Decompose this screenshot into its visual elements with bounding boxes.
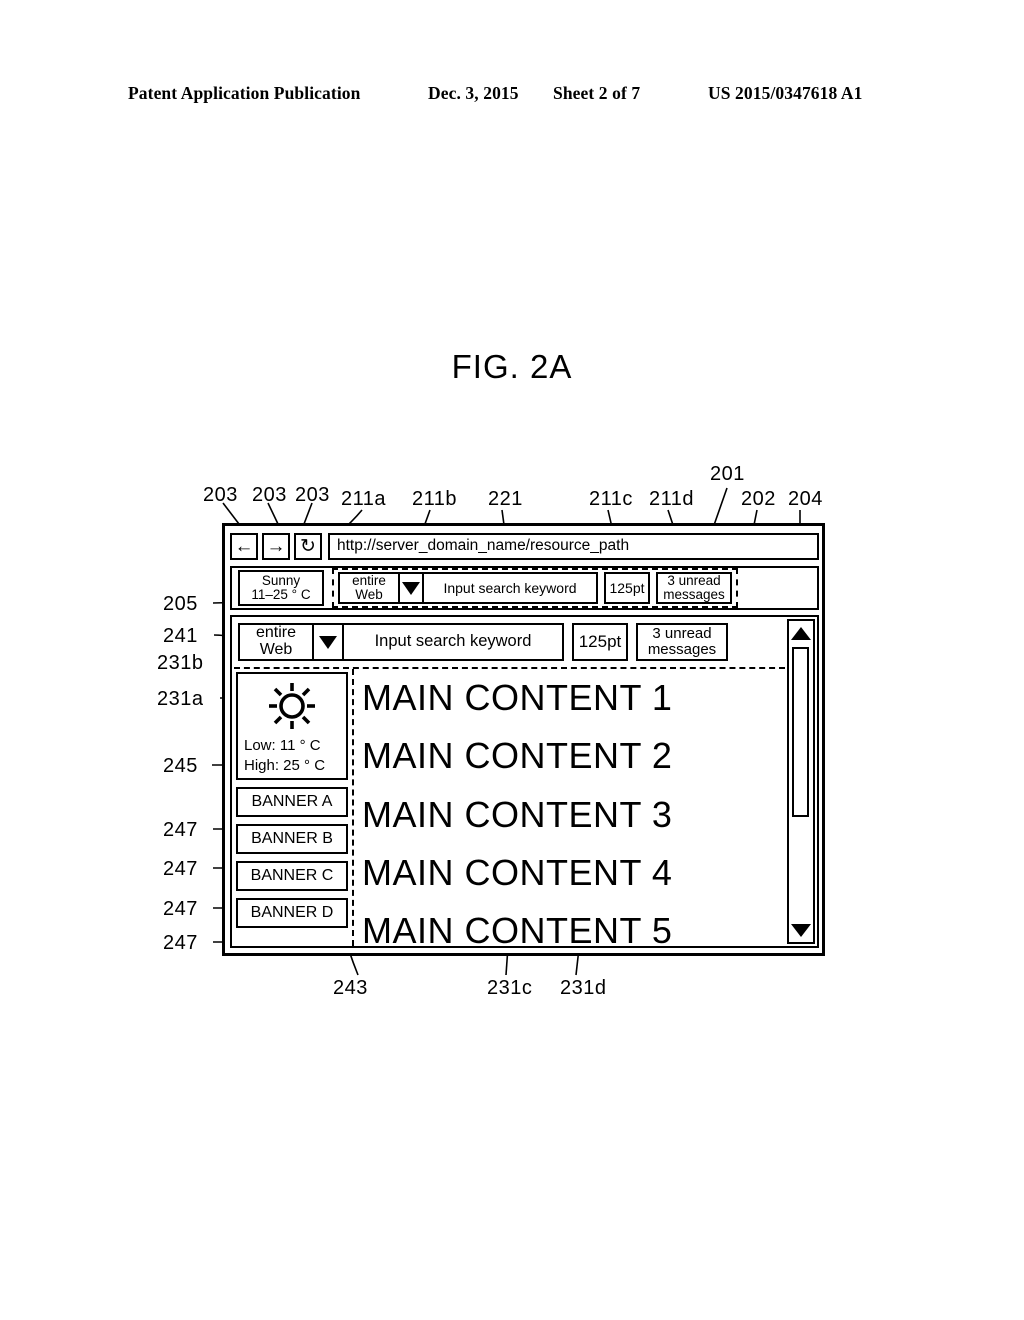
reference-label: 203: [203, 484, 238, 506]
scrollbar-thumb[interactable]: [792, 647, 809, 817]
reference-label: 202: [741, 488, 776, 510]
sidebar-weather-high: High: 25 ° C: [244, 756, 326, 774]
page-viewport: entire Web Input search keyword 125pt 3 …: [230, 615, 819, 948]
toolbar-mail-widget[interactable]: 3 unread messages: [656, 572, 732, 604]
scroll-down-button[interactable]: [789, 918, 813, 942]
main-content-line: MAIN CONTENT 2: [362, 735, 673, 777]
main-content-line: MAIN CONTENT 4: [362, 851, 673, 893]
toolbar-weather-condition: Sunny: [261, 572, 301, 588]
reference-label: 203: [295, 484, 330, 506]
publication-label: Patent Application Publication: [128, 83, 361, 103]
reference-label: 201: [710, 463, 745, 485]
sidebar-divider: [352, 669, 354, 946]
toolbar-weather-widget[interactable]: Sunny 11–25 ° C: [238, 570, 324, 606]
reference-label: 205: [163, 593, 198, 615]
forward-button[interactable]: →: [262, 532, 290, 560]
scroll-up-button[interactable]: [789, 621, 813, 645]
toolbar-search-input-text: Input search keyword: [443, 579, 577, 596]
publication-date: Dec. 3, 2015: [428, 83, 519, 103]
toolbar-weather-range: 11–25 ° C: [251, 587, 311, 602]
reference-label: 231d: [560, 977, 607, 999]
toolbar-scope-line1: entire: [352, 572, 386, 588]
reference-label: 203: [252, 484, 287, 506]
page-widget-row: entire Web Input search keyword 125pt 3 …: [238, 621, 782, 663]
toolbar-mail-line1: 3 unread: [667, 572, 721, 588]
banner-item[interactable]: BANNER A: [236, 787, 348, 817]
page-points-widget[interactable]: 125pt: [572, 623, 628, 661]
main-content-line: MAIN CONTENT 3: [362, 793, 673, 835]
reference-label: 247: [163, 819, 198, 841]
toolbar-scope-dropdown-button[interactable]: [398, 572, 424, 604]
toolbar-points-widget[interactable]: 125pt: [604, 572, 650, 604]
banner-label: BANNER B: [251, 830, 333, 847]
reload-icon: ↻: [300, 535, 316, 557]
reference-label: 231a: [157, 688, 204, 710]
sun-icon: [269, 683, 315, 729]
browser-toolbar: Sunny 11–25 ° C entire Web Input search …: [230, 566, 819, 610]
page-search-input[interactable]: Input search keyword: [342, 623, 564, 661]
banner-item[interactable]: BANNER D: [236, 898, 348, 928]
reference-label: 211c: [589, 488, 633, 510]
page-scope-line1: entire: [255, 624, 297, 642]
banner-label: BANNER D: [250, 904, 334, 921]
url-text: http://server_domain_name/resource_path: [337, 537, 630, 554]
banner-label: BANNER A: [251, 793, 333, 810]
chevron-down-icon: [402, 581, 420, 595]
page-mail-widget[interactable]: 3 unread messages: [636, 623, 728, 661]
browser-window: ← → ↻ http://server_domain_name/resource…: [222, 523, 825, 956]
toolbar-mail-line2: messages: [663, 587, 725, 602]
reference-label: 211b: [412, 488, 458, 510]
reference-label: 211a: [341, 488, 387, 510]
page-search-input-text: Input search keyword: [374, 632, 532, 651]
navigation-bar: ← → ↻ http://server_domain_name/resource…: [230, 531, 819, 561]
main-content-line: MAIN CONTENT 5: [362, 910, 673, 948]
page-mail-line2: messages: [647, 641, 717, 658]
toolbar-search-input[interactable]: Input search keyword: [422, 572, 598, 604]
page-scope-dropdown-button[interactable]: [312, 623, 344, 661]
reference-label: 211d: [649, 488, 695, 510]
page-scope-line2: Web: [259, 641, 293, 658]
triangle-up-icon: [791, 626, 811, 640]
arrow-left-icon: ←: [234, 535, 254, 557]
reference-label: 241: [163, 625, 198, 647]
main-content-line: MAIN CONTENT 1: [362, 677, 673, 718]
page-sidebar: Low: 11 ° C High: 25 ° C BANNER A BANNER…: [236, 672, 348, 928]
url-input[interactable]: http://server_domain_name/resource_path: [328, 532, 819, 560]
page-mail-line1: 3 unread: [652, 625, 712, 643]
reference-label: 231c: [487, 977, 533, 999]
reference-label: 247: [163, 858, 198, 880]
patent-number: US 2015/0347618 A1: [708, 83, 863, 103]
arrow-right-icon: →: [266, 535, 286, 557]
sidebar-weather-widget[interactable]: Low: 11 ° C High: 25 ° C: [236, 672, 348, 780]
reference-label: 243: [333, 977, 368, 999]
triangle-down-icon: [791, 923, 811, 937]
reference-label: 247: [163, 932, 198, 954]
sheet-number: Sheet 2 of 7: [553, 83, 641, 103]
page-main-content: MAIN CONTENT 1 MAIN CONTENT 2 MAIN CONTE…: [362, 669, 782, 948]
reference-label: 221: [488, 488, 523, 510]
page-search-scope[interactable]: entire Web: [238, 623, 314, 661]
sidebar-weather-temps: Low: 11 ° C High: 25 ° C: [238, 736, 346, 775]
patent-header: Patent Application Publication Dec. 3, 2…: [0, 83, 1024, 109]
sidebar-weather-low: Low: 11 ° C: [244, 737, 321, 754]
vertical-scrollbar[interactable]: [787, 619, 815, 944]
toolbar-scope-line2: Web: [355, 587, 383, 602]
toolbar-points-value: 125pt: [609, 579, 645, 596]
banner-label: BANNER C: [250, 867, 334, 884]
toolbar-search-scope[interactable]: entire Web: [338, 572, 400, 604]
banner-item[interactable]: BANNER C: [236, 861, 348, 891]
figure-title: FIG. 2A: [451, 348, 573, 385]
back-button[interactable]: ←: [230, 532, 258, 560]
chevron-down-icon: [319, 635, 337, 649]
reload-button[interactable]: ↻: [294, 532, 322, 560]
reference-label: 204: [788, 488, 823, 510]
reference-label: 245: [163, 755, 198, 777]
toolbar-search-group: entire Web Input search keyword 125pt 3 …: [332, 568, 738, 608]
banner-item[interactable]: BANNER B: [236, 824, 348, 854]
scrollbar-track[interactable]: [789, 645, 813, 918]
reference-label: 247: [163, 898, 198, 920]
reference-label: 231b: [157, 652, 204, 674]
page-points-value: 125pt: [578, 632, 622, 652]
